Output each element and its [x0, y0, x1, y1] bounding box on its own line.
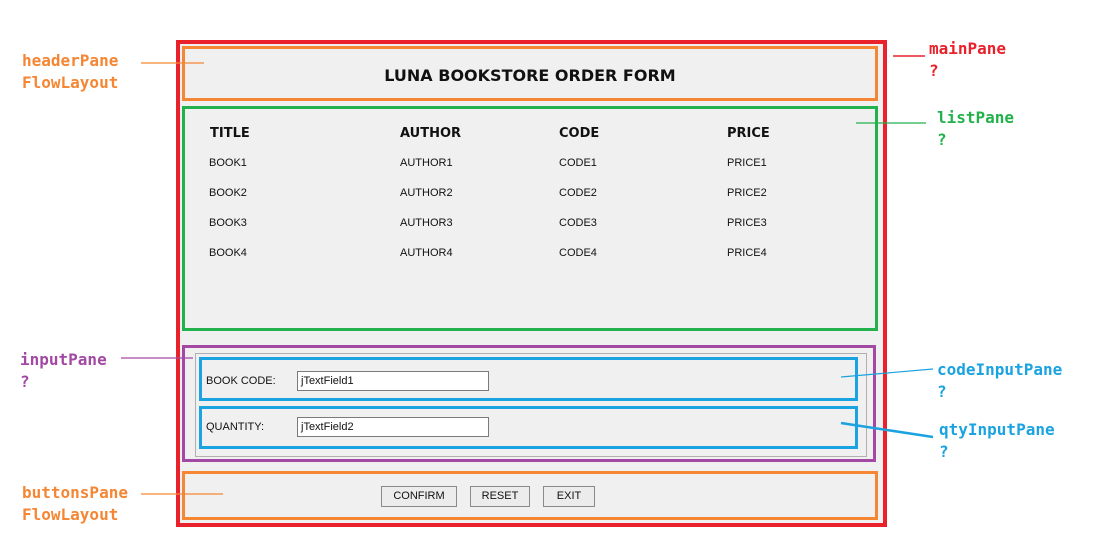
buttons-pane-annotation: buttonsPane FlowLayout — [22, 482, 128, 526]
quantity-label: QUANTITY: — [206, 421, 265, 433]
code-input-pane-mark: ? — [937, 382, 947, 401]
list-pane-annotation: listPane ? — [937, 107, 1014, 151]
cell-code-4: CODE4 — [559, 247, 597, 259]
cell-title-4: BOOK4 — [209, 247, 247, 259]
cell-price-3: PRICE3 — [727, 217, 767, 229]
column-header-code: CODE — [559, 126, 600, 141]
buttons-pane-layout: FlowLayout — [22, 505, 119, 524]
qty-input-pane-annotation: qtyInputPane ? — [939, 419, 1055, 463]
main-pane-mark: ? — [929, 61, 939, 80]
cell-price-4: PRICE4 — [727, 247, 767, 259]
input-pane-mark: ? — [20, 372, 30, 391]
cell-author-1: AUTHOR1 — [400, 157, 453, 169]
cell-author-2: AUTHOR2 — [400, 187, 453, 199]
code-input-pane-annotation: codeInputPane ? — [937, 359, 1062, 403]
cell-author-3: AUTHOR3 — [400, 217, 453, 229]
input-pane-annotation: inputPane ? — [20, 349, 107, 393]
cell-code-3: CODE3 — [559, 217, 597, 229]
cell-price-2: PRICE2 — [727, 187, 767, 199]
cell-title-3: BOOK3 — [209, 217, 247, 229]
confirm-button[interactable]: CONFIRM — [381, 486, 457, 507]
cell-code-2: CODE2 — [559, 187, 597, 199]
cell-title-1: BOOK1 — [209, 157, 247, 169]
form-title: LUNA BOOKSTORE ORDER FORM — [384, 66, 676, 85]
column-header-title: TITLE — [210, 126, 250, 141]
list-pane — [182, 106, 878, 331]
header-pane-annotation: headerPane FlowLayout — [22, 50, 118, 94]
list-pane-mark: ? — [937, 130, 947, 149]
code-input-pane-name: codeInputPane — [937, 360, 1063, 379]
quantity-field[interactable]: jTextField2 — [297, 417, 489, 437]
cell-price-1: PRICE1 — [727, 157, 767, 169]
column-header-author: AUTHOR — [400, 126, 462, 141]
buttons-pane — [182, 471, 878, 520]
main-pane-annotation: mainPane ? — [929, 38, 1006, 82]
qty-input-pane-name: qtyInputPane — [939, 420, 1055, 439]
header-pane-layout: FlowLayout — [22, 73, 119, 92]
main-pane-name: mainPane — [929, 39, 1007, 58]
exit-button[interactable]: EXIT — [543, 486, 595, 507]
buttons-pane-name: buttonsPane — [22, 483, 128, 502]
cell-code-1: CODE1 — [559, 157, 597, 169]
column-header-price: PRICE — [727, 126, 770, 141]
reset-button[interactable]: RESET — [470, 486, 530, 507]
book-code-field[interactable]: jTextField1 — [297, 371, 489, 391]
cell-title-2: BOOK2 — [209, 187, 247, 199]
qty-input-pane-mark: ? — [939, 442, 949, 461]
input-pane-name: inputPane — [20, 350, 107, 369]
book-code-label: BOOK CODE: — [206, 375, 276, 387]
list-pane-name: listPane — [937, 108, 1015, 127]
cell-author-4: AUTHOR4 — [400, 247, 453, 259]
header-pane-name: headerPane — [22, 51, 119, 70]
